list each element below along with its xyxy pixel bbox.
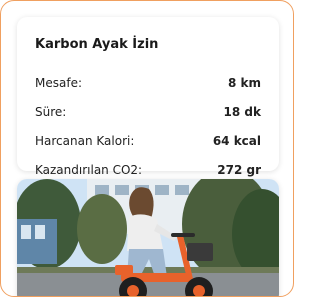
stat-row-calories: Harcanan Kalori: 64 kcal bbox=[35, 134, 261, 152]
stat-label: Süre: bbox=[35, 105, 67, 119]
stat-row-distance: Mesafe: 8 km bbox=[35, 76, 261, 94]
stat-value: 8 km bbox=[227, 76, 261, 90]
outer-frame: Karbon Ayak İzin Mesafe: 8 km Süre: 18 d… bbox=[0, 0, 294, 297]
stat-value: 64 kcal bbox=[212, 134, 261, 148]
stat-label: Harcanan Kalori: bbox=[35, 134, 135, 148]
scooter-rider-photo bbox=[17, 179, 279, 296]
stat-value: 18 dk bbox=[223, 105, 261, 119]
carbon-footprint-card: Karbon Ayak İzin Mesafe: 8 km Süre: 18 d… bbox=[17, 17, 279, 177]
stat-label: Mesafe: bbox=[35, 76, 82, 90]
stat-label: Kazandırılan CO2: bbox=[35, 163, 143, 177]
stat-value: 272 gr bbox=[217, 163, 261, 177]
card-title: Karbon Ayak İzin bbox=[35, 37, 159, 52]
scooter-rider-illustration bbox=[17, 179, 279, 296]
stat-row-duration: Süre: 18 dk bbox=[35, 105, 261, 123]
